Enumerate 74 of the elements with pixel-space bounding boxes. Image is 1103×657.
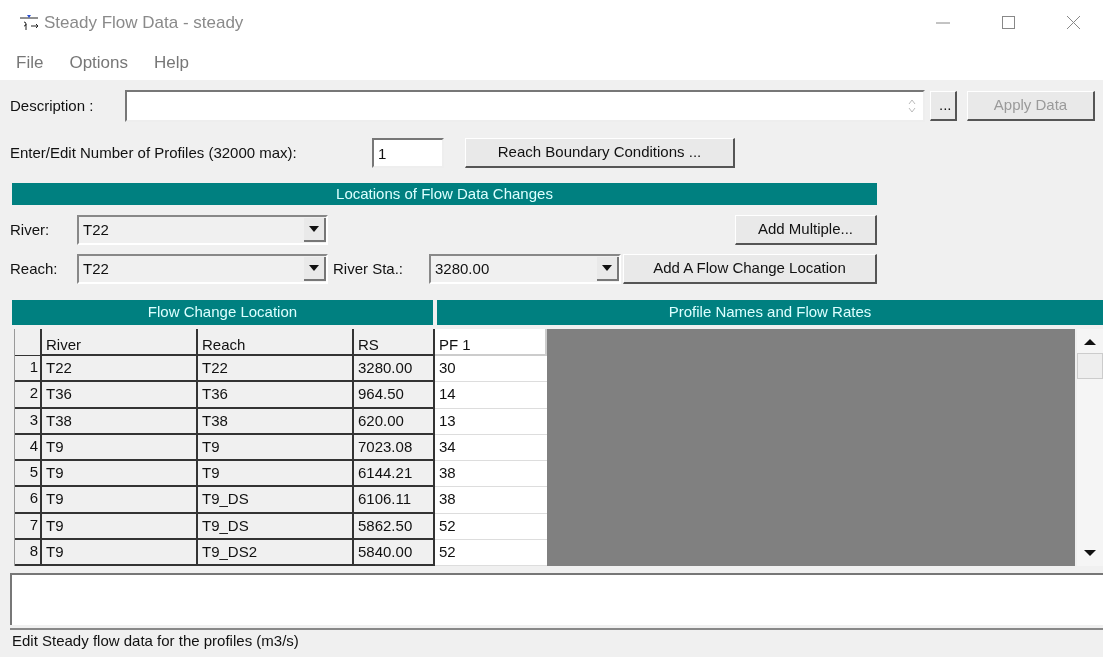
field-label: Description : — [10, 95, 95, 116]
field-label: River: — [10, 219, 51, 240]
menu-item[interactable]: File — [10, 49, 50, 76]
status-bar: Edit Steady flow data for the profiles (m3/s) — [10, 628, 1103, 654]
table-cell: T9 — [42, 539, 198, 566]
table-cell: T9 — [198, 434, 354, 461]
menu-item[interactable]: Options — [63, 49, 134, 76]
row-number: 2 — [15, 382, 42, 409]
maximize-icon — [1001, 16, 1015, 29]
scroll-up-icon[interactable] — [1084, 339, 1096, 345]
river-station-dropdown[interactable]: 3280.00 — [429, 254, 621, 284]
ellipsis-button[interactable]: ... — [930, 91, 957, 121]
table-cell: T9 — [42, 461, 198, 488]
section-header: Locations of Flow Data Changes — [12, 183, 877, 205]
table-cell: T9 — [42, 513, 198, 540]
field-label: Enter/Edit Number of Profiles (32000 max): — [10, 142, 298, 163]
column-header: RS — [354, 329, 435, 356]
section-header: Profile Names and Flow Rates — [437, 300, 1103, 325]
caret-icon — [309, 226, 319, 232]
table-cell: T38 — [42, 408, 198, 435]
table-cell: T9_DS — [198, 487, 354, 514]
combo-value: T22 — [82, 219, 109, 240]
table-cell: 6106.11 — [354, 487, 435, 514]
window-title: Steady Flow Data - steady — [44, 11, 244, 34]
table-cell: T9 — [198, 461, 354, 488]
reach-boundary-button[interactable]: Reach Boundary Conditions ... — [465, 138, 735, 168]
scroll-thumb[interactable] — [1077, 353, 1103, 379]
table-cell: 964.50 — [354, 382, 435, 409]
profiles-input[interactable]: 1 — [372, 138, 444, 168]
table-cell: T9_DS — [198, 513, 354, 540]
row-number: 7 — [15, 513, 42, 540]
scroll-down-icon[interactable] — [1084, 550, 1096, 556]
table-cell: T9 — [42, 434, 198, 461]
caret-icon — [602, 265, 612, 271]
dropdown-button[interactable] — [304, 257, 326, 281]
row-number: 5 — [15, 461, 42, 488]
table-cell: T36 — [42, 382, 198, 409]
row-number: 3 — [15, 408, 42, 435]
column-header: River — [42, 329, 198, 356]
caret-icon — [309, 265, 319, 271]
table-cell: 6144.21 — [354, 461, 435, 488]
column-header: Reach — [198, 329, 354, 356]
reach-dropdown[interactable]: T22 — [77, 254, 328, 284]
field-label: River Sta.: — [333, 258, 405, 279]
row-number: 4 — [15, 434, 42, 461]
combo-value: T22 — [82, 258, 109, 279]
river-dropdown[interactable]: T22 — [77, 215, 328, 245]
table-cell: T9_DS2 — [198, 539, 354, 566]
row-number: 6 — [15, 487, 42, 514]
row-number: 8 — [15, 539, 42, 566]
table-cell: 7023.08 — [354, 434, 435, 461]
table-cell: T22 — [198, 356, 354, 383]
dropdown-button[interactable] — [597, 257, 619, 281]
add-multiple-button[interactable]: Add Multiple... — [735, 215, 877, 245]
section-header: Flow Change Location — [12, 300, 433, 325]
table-cell: 5862.50 — [354, 513, 435, 540]
add-location-button[interactable]: Add A Flow Change Location — [623, 254, 877, 284]
menu-item[interactable]: Help — [148, 49, 195, 76]
table-cell: 5840.00 — [354, 539, 435, 566]
table-cell: 3280.00 — [354, 356, 435, 383]
app-icon — [18, 14, 40, 31]
column-header: PF 1 — [435, 329, 547, 356]
table-cell: T9 — [42, 487, 198, 514]
spinner-icon — [907, 98, 917, 114]
table-cell: T38 — [198, 408, 354, 435]
scrollbar[interactable] — [1077, 329, 1103, 566]
combo-value: 3280.00 — [434, 258, 490, 279]
table-cell: 620.00 — [354, 408, 435, 435]
table-cell: T36 — [198, 382, 354, 409]
row-number: 1 — [15, 356, 42, 383]
table-cell: T22 — [42, 356, 198, 383]
dropdown-button[interactable] — [304, 218, 326, 242]
close-icon — [1065, 15, 1081, 30]
field-label: Reach: — [10, 258, 59, 279]
